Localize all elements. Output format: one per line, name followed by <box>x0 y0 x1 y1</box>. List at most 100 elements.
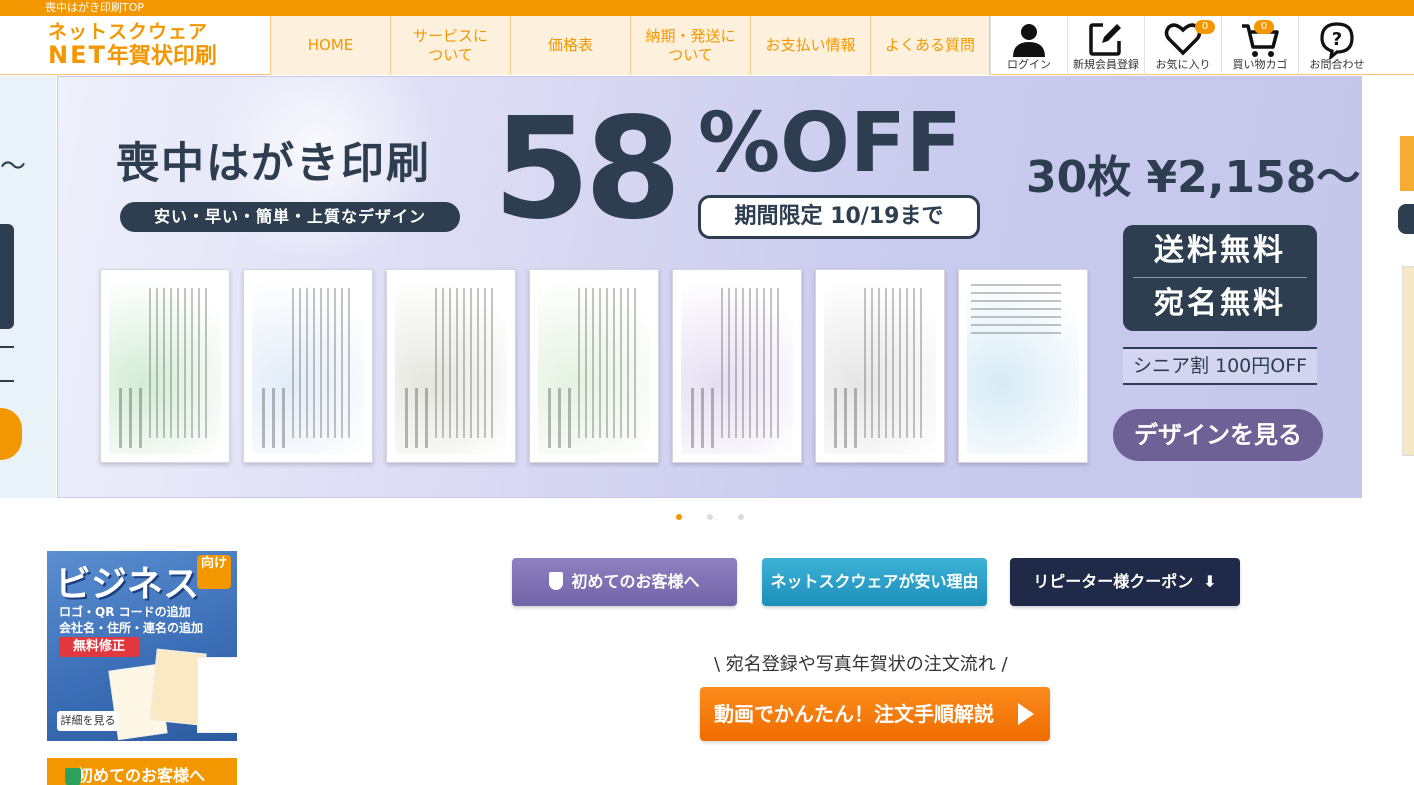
card-signature <box>405 388 435 448</box>
carousel-dot[interactable] <box>676 514 682 520</box>
carousel-dots <box>676 514 744 520</box>
design-card[interactable] <box>815 269 945 463</box>
site-header: ネットスクウェア NET年賀状印刷 HOME サービスに ついて 価格表 納期・… <box>0 16 1414 75</box>
banner-subtitle: 安い・早い・簡単・上質なデザイン <box>120 202 460 232</box>
banner-discount-number: 58 <box>493 88 682 251</box>
logo-net: NET <box>48 41 107 69</box>
business-line2: 会社名・住所・連名の追加 <box>59 621 204 635</box>
card-text-lines <box>292 288 352 438</box>
favorites-count-badge: 0 <box>1195 20 1215 34</box>
card-signature <box>262 388 292 448</box>
business-promo-banner[interactable]: ビジネス 向け ロゴ・QR コードの追加 会社名・住所・連名の追加 無料修正 詳… <box>47 551 237 741</box>
free-badge: 送料無料 宛名無料 <box>1123 225 1317 331</box>
business-details-button[interactable]: 詳細を見る <box>57 711 119 731</box>
logo-line1: ネットスクウェア <box>48 21 209 43</box>
view-designs-button[interactable]: デザインを見る <box>1113 409 1323 461</box>
contact-button[interactable]: ? お問合わせ <box>1298 16 1375 75</box>
design-card[interactable] <box>386 269 516 463</box>
nav-delivery-label: 納期・発送に ついて <box>645 26 736 64</box>
business-line1: ロゴ・QR コードの追加 <box>59 605 191 619</box>
card-text-lines <box>721 288 781 438</box>
banner-period: 期間限定 10/19まで <box>698 195 980 239</box>
card-text-lines <box>864 288 924 438</box>
next-slide-peek[interactable] <box>1362 76 1414 500</box>
top-strip: 喪中はがき印刷TOP <box>0 0 1414 16</box>
prev-slide-fragment <box>0 224 14 329</box>
hero-banner[interactable]: 喪中はがき印刷 安い・早い・簡単・上質なデザイン 58 %OFF 期間限定 10… <box>57 76 1362 498</box>
nav-faq[interactable]: よくある質問 <box>870 16 990 75</box>
logo-line2: NET年賀状印刷 <box>48 42 253 70</box>
nav-payment[interactable]: お支払い情報 <box>750 16 870 75</box>
card-text-lines <box>435 288 495 438</box>
card-signature <box>119 388 149 448</box>
nav-delivery[interactable]: 納期・発送に ついて <box>630 16 750 75</box>
banner-discount-suffix: %OFF <box>698 96 962 191</box>
prev-slide-fragment: 〜 <box>0 152 27 182</box>
business-card <box>197 657 237 733</box>
design-card[interactable] <box>243 269 373 463</box>
nav-payment-label: お支払い情報 <box>765 36 856 54</box>
business-tag: 向け <box>197 555 231 589</box>
why-cheap-label: ネットスクウェアが安い理由 <box>770 572 979 591</box>
free-shipping-label: 送料無料 <box>1154 233 1286 268</box>
register-button[interactable]: 新規会員登録 <box>1067 16 1144 75</box>
nav-home-label: HOME <box>307 36 354 54</box>
why-cheap-button[interactable]: ネットスクウェアが安い理由 <box>762 558 987 606</box>
design-card[interactable] <box>958 269 1088 463</box>
beginner-mark-icon <box>65 768 81 785</box>
edit-icon <box>1089 23 1121 56</box>
order-flow-caption: \ 宛名登録や写真年賀状の注文流れ / <box>714 654 1008 675</box>
carousel-dot[interactable] <box>738 514 744 520</box>
nav-price[interactable]: 価格表 <box>510 16 630 75</box>
next-slide-fragment <box>1402 266 1414 456</box>
first-time-sidebar-button[interactable]: 初めてのお客様へ <box>47 758 237 785</box>
nav-home[interactable]: HOME <box>270 16 390 75</box>
download-icon: ⬇ <box>1203 572 1217 591</box>
coupon-label: リピーター様クーポン <box>1033 572 1194 591</box>
senior-discount: シニア割 100円OFF <box>1123 347 1317 385</box>
cart-button[interactable]: 0 買い物カゴ <box>1221 16 1298 75</box>
login-button[interactable]: ログイン <box>990 16 1067 75</box>
video-guide-label: 動画でかんたん！注文手順解説 <box>714 702 994 726</box>
design-card[interactable] <box>100 269 230 463</box>
register-label: 新規会員登録 <box>1073 58 1139 71</box>
first-time-button[interactable]: 初めてのお客様へ <box>512 558 737 606</box>
nav-price-label: 価格表 <box>547 36 593 54</box>
nav-service[interactable]: サービスに ついて <box>390 16 510 75</box>
banner-price: 30枚 ¥2,158〜 <box>1026 152 1361 203</box>
nav-faq-label: よくある質問 <box>884 36 975 54</box>
free-address-label: 宛名無料 <box>1154 286 1286 321</box>
repeater-coupon-button[interactable]: リピーター様クーポン ⬇ <box>1010 558 1240 606</box>
card-signature <box>834 388 864 448</box>
card-text-lines <box>149 288 209 438</box>
favorites-button[interactable]: 0 お気に入り <box>1144 16 1221 75</box>
main-nav: HOME サービスに ついて 価格表 納期・発送に ついて お支払い情報 よくあ… <box>270 16 990 75</box>
first-time-label: 初めてのお客様へ <box>571 572 700 591</box>
utility-menu: ログイン 新規会員登録 0 お気に入り 0 買い物カゴ ? お問合わせ <box>990 16 1375 75</box>
carousel-dot[interactable] <box>707 514 713 520</box>
play-icon <box>1018 703 1034 725</box>
first-time-sidebar-label: 初めてのお客様へ <box>77 766 206 785</box>
prev-slide-fragment <box>0 408 22 460</box>
business-title: ビジネス <box>55 564 200 605</box>
cart-count-badge: 0 <box>1254 20 1274 34</box>
nav-service-label: サービスに ついて <box>412 26 488 64</box>
card-text-lines <box>971 284 1061 334</box>
design-samples <box>100 269 1088 463</box>
svg-text:?: ? <box>1332 29 1342 50</box>
next-slide-fragment <box>1400 136 1414 191</box>
next-slide-fragment <box>1398 204 1414 234</box>
previous-slide-peek[interactable]: 〜 <box>0 76 56 498</box>
hero-carousel: 〜 喪中はがき印刷 安い・早い・簡単・上質なデザイン 58 %OFF 期間限定 … <box>0 76 1414 500</box>
user-icon <box>1013 24 1045 57</box>
favorites-label: お気に入り <box>1155 58 1211 71</box>
page-title: 喪中はがき印刷TOP <box>45 1 145 14</box>
design-card[interactable] <box>529 269 659 463</box>
card-signature <box>691 388 721 448</box>
question-icon: ? <box>1320 22 1354 59</box>
video-guide-button[interactable]: 動画でかんたん！注文手順解説 <box>700 687 1050 741</box>
logo-line2-text: 年賀状印刷 <box>106 44 217 69</box>
card-text-lines <box>578 288 638 438</box>
design-card[interactable] <box>672 269 802 463</box>
site-logo[interactable]: ネットスクウェア NET年賀状印刷 <box>48 22 253 70</box>
